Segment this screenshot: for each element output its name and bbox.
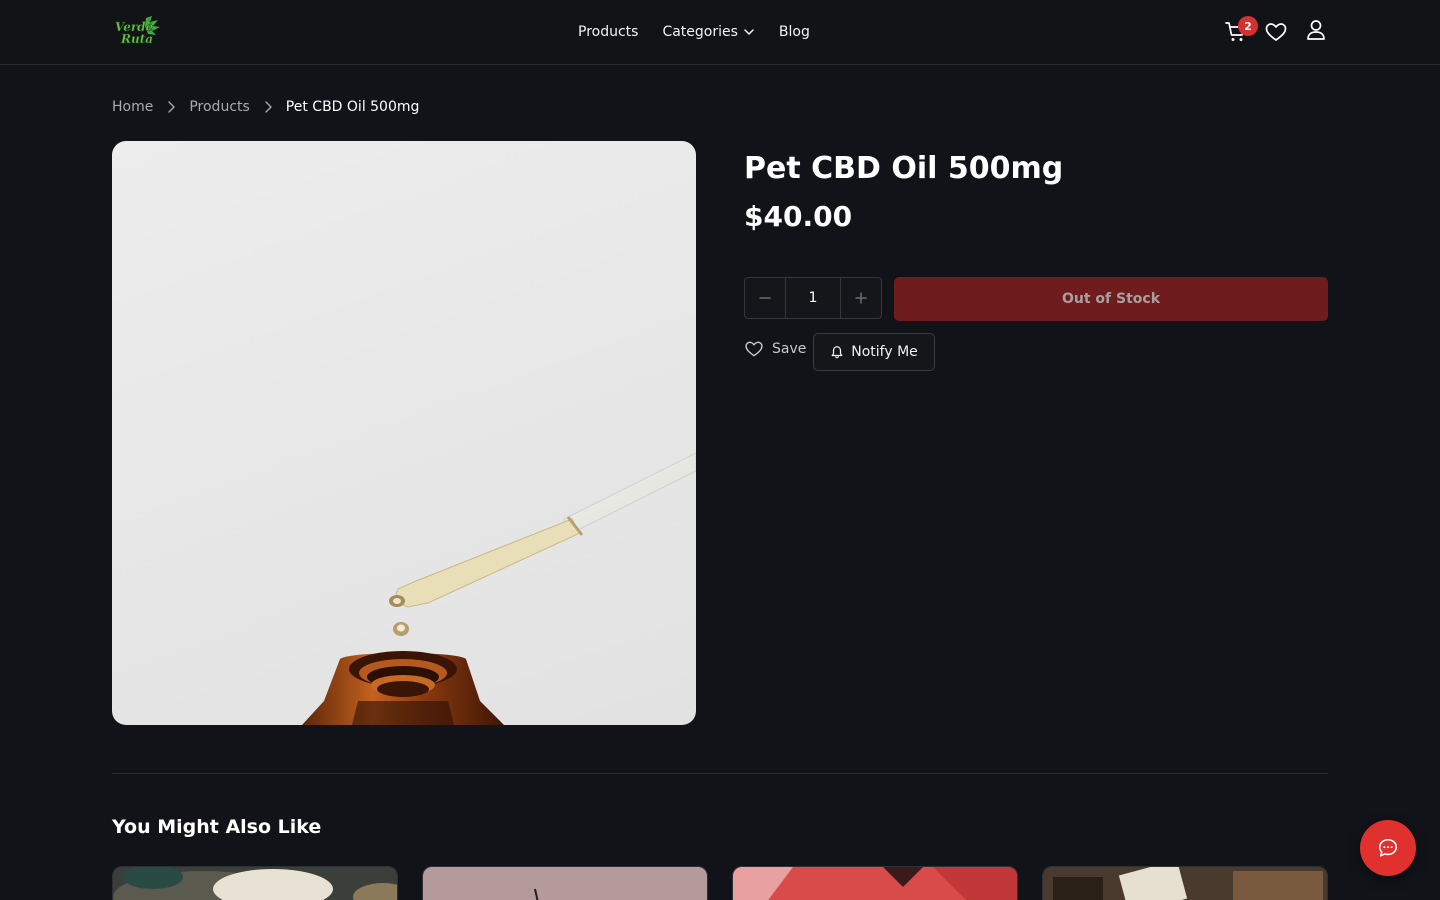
out-of-stock-button[interactable]: Out of Stock <box>894 277 1328 321</box>
site-header: Verde Ruta Products Categories Blog 2 <box>0 0 1440 65</box>
breadcrumb-home[interactable]: Home <box>112 99 153 115</box>
main-nav: Products Categories Blog <box>578 21 810 43</box>
product-title: Pet CBD Oil 500mg <box>744 151 1064 186</box>
minus-icon <box>759 297 771 299</box>
save-button[interactable]: Save <box>744 338 806 360</box>
svg-text:Ruta: Ruta <box>120 32 153 46</box>
quantity-input[interactable] <box>786 278 840 318</box>
chat-button[interactable] <box>1360 820 1416 876</box>
breadcrumb-products[interactable]: Products <box>189 99 249 115</box>
chevron-right-icon <box>168 101 176 113</box>
save-label: Save <box>772 341 807 357</box>
increase-quantity-button[interactable] <box>840 278 881 318</box>
nav-categories-label: Categories <box>662 24 738 40</box>
nav-blog[interactable]: Blog <box>779 24 810 40</box>
heart-icon <box>1265 23 1287 41</box>
related-product-card[interactable] <box>1042 866 1328 900</box>
product-price: $40.00 <box>744 200 853 233</box>
heart-icon <box>745 341 763 357</box>
related-products-title: You Might Also Like <box>112 816 322 838</box>
breadcrumb: Home Products Pet CBD Oil 500mg <box>112 97 419 117</box>
related-product-card[interactable] <box>732 866 1018 900</box>
decrease-quantity-button[interactable] <box>745 278 786 318</box>
chevron-right-icon <box>265 101 272 113</box>
product-image[interactable] <box>112 141 696 725</box>
header-actions: 2 <box>1222 16 1332 46</box>
nav-categories[interactable]: Categories <box>662 24 754 40</box>
bell-icon <box>831 346 843 359</box>
notify-me-button[interactable]: Notify Me <box>813 333 935 371</box>
user-icon <box>1307 20 1325 40</box>
related-product-card[interactable] <box>112 866 398 900</box>
wishlist-button[interactable] <box>1264 20 1288 44</box>
account-button[interactable] <box>1304 18 1328 42</box>
plus-icon <box>855 292 867 304</box>
section-divider <box>112 773 1328 774</box>
verde-ruta-logo[interactable]: Verde Ruta <box>112 14 162 48</box>
cart-button[interactable]: 2 <box>1224 16 1258 44</box>
quantity-stepper <box>744 277 882 319</box>
cart-count-badge: 2 <box>1238 16 1258 36</box>
notify-me-label: Notify Me <box>851 344 918 360</box>
nav-products[interactable]: Products <box>578 24 638 40</box>
related-product-card[interactable] <box>422 866 708 900</box>
chat-icon <box>1378 838 1398 857</box>
chevron-down-icon <box>744 29 754 35</box>
breadcrumb-current: Pet CBD Oil 500mg <box>285 99 420 115</box>
